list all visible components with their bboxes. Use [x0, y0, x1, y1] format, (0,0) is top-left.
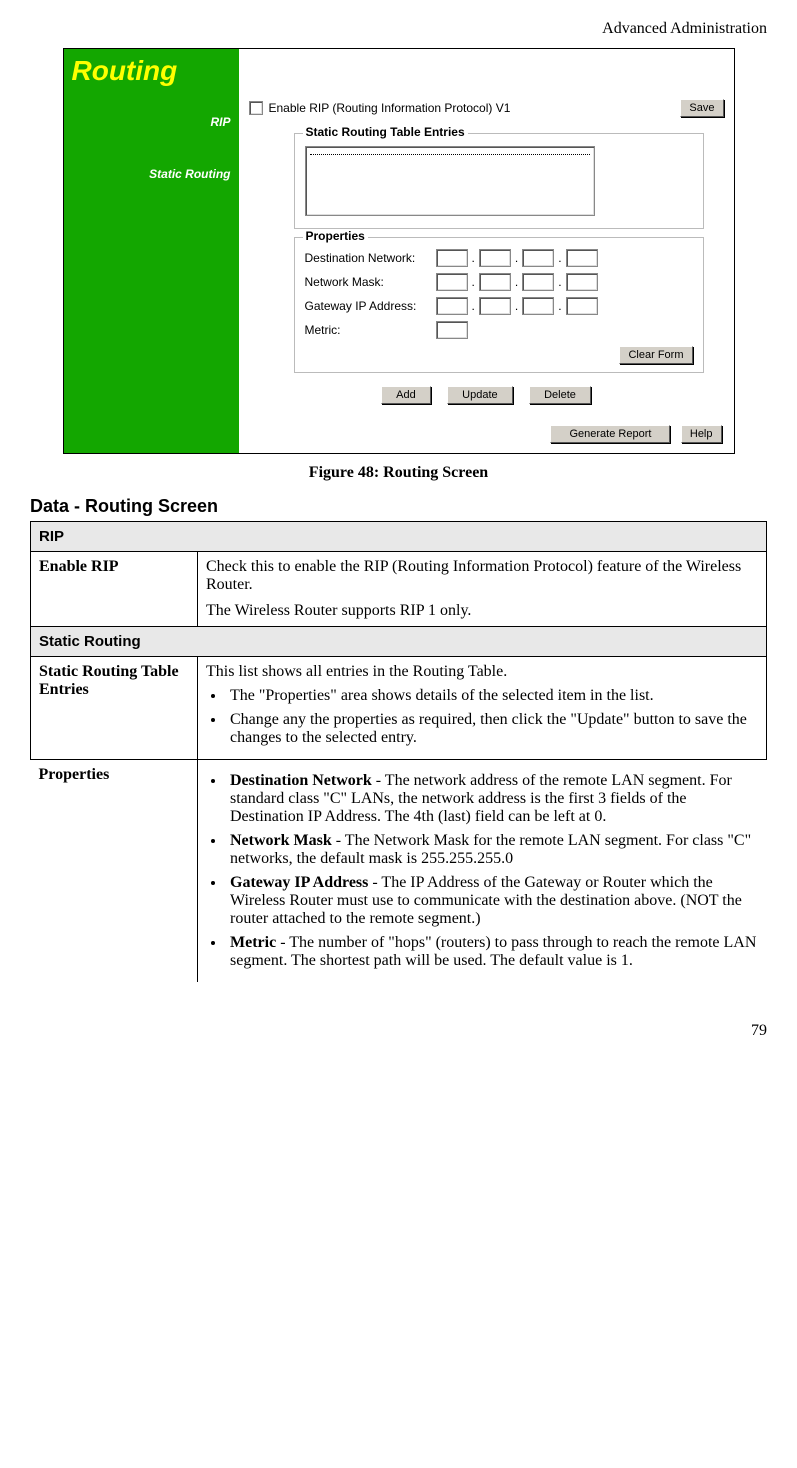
enable-rip-checkbox[interactable]: [249, 101, 263, 115]
prop-gateway: Gateway IP Address - The IP Address of t…: [226, 874, 759, 928]
header-section: Advanced Administration: [30, 20, 767, 38]
help-button[interactable]: Help: [681, 425, 722, 443]
dest-oct3[interactable]: [522, 249, 554, 267]
static-entries-b2: Change any the properties as required, t…: [226, 711, 758, 747]
dest-oct4[interactable]: [566, 249, 598, 267]
properties-fieldset: Properties Destination Network: . . . Ne…: [294, 237, 704, 373]
page-number: 79: [30, 1022, 767, 1040]
figure-caption: Figure 48: Routing Screen: [30, 464, 767, 482]
static-routing-legend: Static Routing Table Entries: [303, 125, 468, 139]
static-routing-fieldset: Static Routing Table Entries: [294, 133, 704, 229]
rip-row: Enable RIP (Routing Information Protocol…: [239, 49, 734, 125]
static-entries-b1: The "Properties" area shows details of t…: [226, 687, 758, 705]
group-header-rip: RIP: [31, 522, 767, 552]
static-entries-intro: This list shows all entries in the Routi…: [206, 663, 758, 681]
prop-dest: Destination Network - The network addres…: [226, 772, 759, 826]
gateway-label: Gateway IP Address:: [305, 299, 435, 313]
row-label-properties: Properties: [31, 760, 198, 983]
cell-enable-rip-desc: Check this to enable the RIP (Routing In…: [198, 552, 767, 627]
prop-metric: Metric - The number of "hops" (routers) …: [226, 934, 759, 970]
sidebar-label-static: Static Routing: [64, 163, 239, 185]
gw-oct4[interactable]: [566, 297, 598, 315]
action-buttons-row: Add Update Delete: [239, 379, 734, 410]
enable-rip-p2: The Wireless Router supports RIP 1 only.: [206, 602, 758, 620]
data-table: RIP Enable RIP Check this to enable the …: [30, 521, 767, 982]
save-button[interactable]: Save: [680, 99, 723, 117]
figure-container: Routing RIP Static Routing Enable RIP (R…: [30, 48, 767, 454]
delete-button[interactable]: Delete: [529, 386, 591, 404]
update-button[interactable]: Update: [447, 386, 512, 404]
group-header-static: Static Routing: [31, 627, 767, 657]
mask-oct4[interactable]: [566, 273, 598, 291]
mask-oct3[interactable]: [522, 273, 554, 291]
sidebar-label-rip: RIP: [64, 111, 239, 133]
content-area: Enable RIP (Routing Information Protocol…: [239, 49, 734, 453]
mask-oct1[interactable]: [436, 273, 468, 291]
clear-form-button[interactable]: Clear Form: [619, 346, 692, 364]
routing-table-listbox[interactable]: [305, 146, 595, 216]
generate-report-button[interactable]: Generate Report: [550, 425, 670, 443]
row-label-static-entries: Static Routing Table Entries: [31, 657, 198, 760]
dest-oct2[interactable]: [479, 249, 511, 267]
enable-rip-p1: Check this to enable the RIP (Routing In…: [206, 558, 758, 594]
metric-label: Metric:: [305, 323, 435, 337]
network-mask-label: Network Mask:: [305, 275, 435, 289]
sidebar: Routing RIP Static Routing: [64, 49, 239, 453]
gw-oct3[interactable]: [522, 297, 554, 315]
enable-rip-label: Enable RIP (Routing Information Protocol…: [269, 101, 671, 115]
add-button[interactable]: Add: [381, 386, 431, 404]
row-label-enable-rip: Enable RIP: [31, 552, 198, 627]
dest-oct1[interactable]: [436, 249, 468, 267]
mask-oct2[interactable]: [479, 273, 511, 291]
cell-properties-desc: Destination Network - The network addres…: [198, 760, 767, 983]
dest-network-label: Destination Network:: [305, 251, 435, 265]
prop-mask: Network Mask - The Network Mask for the …: [226, 832, 759, 868]
properties-legend: Properties: [303, 229, 368, 243]
gw-oct2[interactable]: [479, 297, 511, 315]
cell-static-entries-desc: This list shows all entries in the Routi…: [198, 657, 767, 760]
gw-oct1[interactable]: [436, 297, 468, 315]
metric-field[interactable]: [436, 321, 468, 339]
footer-buttons-row: Generate Report Help: [239, 410, 734, 453]
sidebar-title: Routing: [64, 49, 239, 93]
router-screenshot: Routing RIP Static Routing Enable RIP (R…: [63, 48, 735, 454]
section-heading: Data - Routing Screen: [30, 496, 767, 517]
